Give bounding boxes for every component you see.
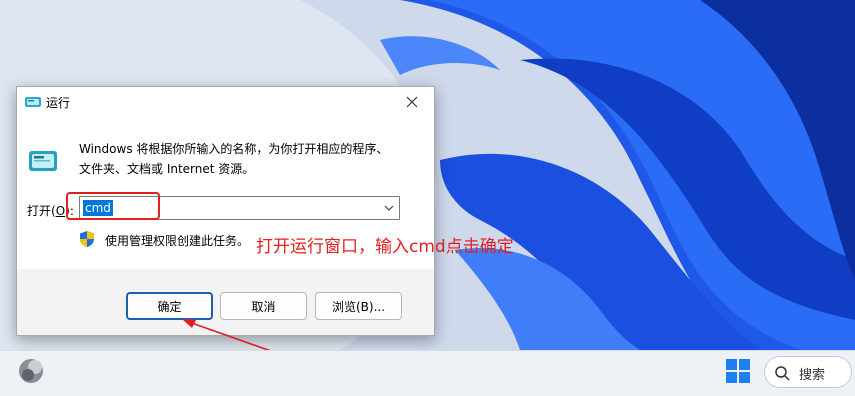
cancel-button[interactable]: 取消	[220, 292, 307, 320]
open-input[interactable]: cmd	[79, 196, 400, 220]
uac-shield-icon	[80, 231, 94, 247]
windows-start-icon[interactable]	[725, 358, 751, 384]
description-line-2: 文件夹、文档或 Internet 资源。	[79, 162, 255, 176]
close-icon	[406, 96, 418, 108]
description-line-1: Windows 将根据你所输入的名称，为你打开相应的程序、	[79, 142, 389, 156]
admin-note: 使用管理权限创建此任务。	[105, 234, 250, 248]
run-app-icon	[29, 151, 57, 171]
browse-button[interactable]: 浏览(B)...	[315, 292, 402, 320]
annotation-text: 打开运行窗口，输入cmd点击确定	[256, 237, 514, 257]
dialog-description: Windows 将根据你所输入的名称，为你打开相应的程序、 文件夹、文档或 In…	[79, 139, 419, 179]
ok-button[interactable]: 确定	[126, 292, 213, 320]
run-app-icon	[25, 97, 41, 107]
search-label: 搜索	[799, 368, 826, 383]
open-label-key: O	[55, 204, 66, 218]
dialog-title: 运行	[46, 96, 71, 110]
open-label-suffix: ):	[65, 204, 74, 218]
dialog-titlebar[interactable]: 运行	[17, 87, 434, 117]
taskbar-search[interactable]: 搜索	[764, 356, 852, 388]
open-label: 打开(O):	[27, 202, 74, 219]
widgets-icon[interactable]	[16, 356, 46, 386]
run-dialog: 运行 Windows 将根据你所输入的名称，为你打开相应的程序、 文件夹、文档或…	[16, 86, 435, 336]
chevron-down-icon[interactable]	[383, 202, 395, 214]
search-icon	[775, 366, 790, 381]
open-input-value[interactable]: cmd	[83, 200, 113, 216]
open-label-prefix: 打开(	[27, 204, 56, 218]
close-button[interactable]	[390, 87, 434, 117]
